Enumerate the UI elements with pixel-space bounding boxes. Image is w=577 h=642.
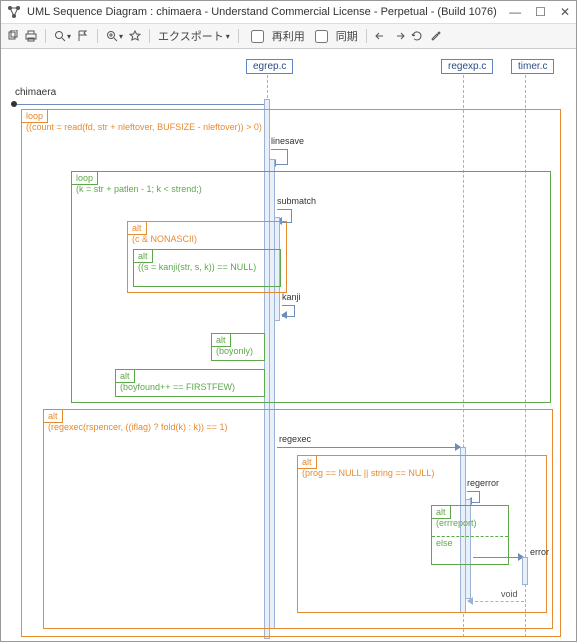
- lifeline-regexp-head[interactable]: regexp.c: [441, 59, 493, 74]
- minimize-button[interactable]: ―: [509, 5, 521, 19]
- app-icon: [7, 5, 21, 19]
- redo-icon[interactable]: [393, 30, 405, 42]
- frame-guard: ((s = kanji(str, s, k)) == NULL): [138, 262, 256, 272]
- zoom-dropdown[interactable]: ▾: [106, 30, 123, 42]
- actor-label: chimaera: [15, 87, 56, 98]
- frame-alt-boyfound[interactable]: alt (boyfound++ == FIRSTFEW): [115, 369, 265, 397]
- return-void-line: [470, 601, 524, 602]
- activation-error: [522, 557, 528, 585]
- frame-alt-boyonly[interactable]: alt (boyonly): [211, 333, 265, 361]
- close-button[interactable]: ✕: [560, 5, 570, 19]
- refresh-icon[interactable]: [411, 30, 423, 42]
- print-icon[interactable]: [25, 30, 37, 42]
- separator: [238, 29, 239, 43]
- frame-guard: ((count = read(fd, str + nleftover, BUFS…: [26, 122, 262, 132]
- separator: [45, 29, 46, 43]
- return-void-label: void: [501, 589, 518, 599]
- separator: [97, 29, 98, 43]
- sync-checkbox[interactable]: [315, 30, 328, 43]
- search-dropdown[interactable]: ▾: [54, 30, 71, 42]
- separator: [366, 29, 367, 43]
- frame-alt-errreport[interactable]: alt (errreport) else: [431, 505, 509, 565]
- frame-guard: (errreport): [436, 518, 477, 528]
- frame-guard: (regexec(rspencer, ((iflag) ? fold(k) : …: [48, 422, 228, 432]
- star-icon[interactable]: [129, 30, 141, 42]
- reuse-label: 再利用: [272, 28, 305, 44]
- lifeline-egrep-head[interactable]: egrep.c: [246, 59, 293, 74]
- diagram-canvas[interactable]: egrep.c regexp.c timer.c chimaera loop (…: [1, 49, 576, 641]
- app-window: UML Sequence Diagram : chimaera - Unders…: [0, 0, 577, 642]
- window-title: UML Sequence Diagram : chimaera - Unders…: [27, 6, 509, 18]
- export-dropdown[interactable]: エクスポート▾: [158, 28, 230, 44]
- frame-guard: (k = str + patlen - 1; k < strend;): [76, 184, 202, 194]
- frame-else: else: [436, 538, 453, 548]
- undo-icon[interactable]: [375, 30, 387, 42]
- settings-icon[interactable]: [429, 30, 441, 42]
- sync-label: 同期: [336, 28, 358, 44]
- frame-guard: (prog == NULL || string == NULL): [302, 468, 434, 478]
- copy-icon[interactable]: [7, 30, 19, 42]
- frame-alt-kanji[interactable]: alt ((s = kanji(str, s, k)) == NULL): [133, 249, 281, 287]
- titlebar: UML Sequence Diagram : chimaera - Unders…: [1, 1, 576, 24]
- actor-message-line: [17, 104, 264, 105]
- lifeline-timer-head[interactable]: timer.c: [511, 59, 554, 74]
- window-buttons: ― ☐ ✕: [509, 5, 570, 19]
- frame-guard: (boyfound++ == FIRSTFEW): [120, 382, 235, 392]
- separator: [149, 29, 150, 43]
- reuse-checkbox[interactable]: [251, 30, 264, 43]
- flag-icon[interactable]: [77, 30, 89, 42]
- frame-guard: (boyonly): [216, 346, 253, 356]
- maximize-button[interactable]: ☐: [535, 5, 546, 19]
- frame-guard: (c & NONASCII): [132, 234, 197, 244]
- toolbar: ▾ ▾ エクスポート▾ 再利用 同期: [1, 24, 576, 49]
- return-arrow: [467, 597, 473, 605]
